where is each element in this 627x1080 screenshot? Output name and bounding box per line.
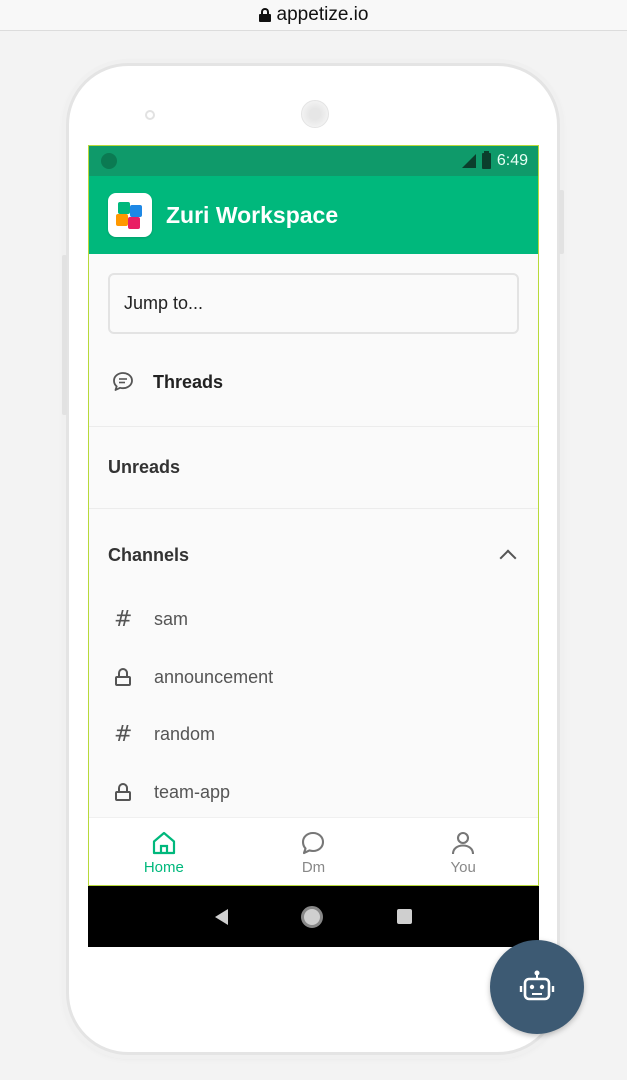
channel-item-random[interactable]: # random [89, 709, 538, 759]
battery-icon [481, 151, 491, 169]
phone-speaker [301, 100, 329, 128]
bottom-navigation: Home Dm You [89, 817, 538, 885]
app-bar: Zuri Workspace [89, 176, 538, 254]
jump-to-search-input[interactable]: Jump to... [108, 273, 519, 334]
home-icon [152, 831, 175, 855]
hash-icon: # [114, 606, 133, 632]
signal-icon [458, 154, 476, 168]
power-button [559, 190, 564, 254]
person-icon [452, 831, 475, 855]
threads-item[interactable]: Threads [89, 352, 538, 412]
nav-label-dm: Dm [301, 859, 326, 876]
unreads-item[interactable]: Unreads [89, 444, 538, 490]
robot-icon [519, 970, 555, 1001]
channels-header[interactable]: Channels [89, 532, 538, 578]
channels-label: Channels [108, 544, 190, 565]
nav-tab-you[interactable]: You [413, 829, 513, 876]
workspace-title[interactable]: Zuri Workspace [166, 202, 338, 229]
back-icon[interactable] [214, 908, 228, 925]
divider [89, 508, 538, 509]
android-navigation-bar [88, 886, 539, 947]
nav-label-home: Home [143, 859, 184, 876]
channel-item-sam[interactable]: # sam [89, 594, 538, 644]
recent-apps-icon[interactable] [397, 909, 413, 924]
browser-url: appetize.io [276, 4, 369, 25]
nav-tab-dm[interactable]: Dm [263, 829, 363, 876]
front-camera [145, 110, 155, 120]
nav-label-you: You [450, 859, 476, 876]
device-screen: 6:49 Zuri Workspace Jump to... Threads U… [88, 145, 539, 886]
lock-icon [258, 8, 271, 22]
channel-label: sam [154, 608, 189, 629]
notification-icon [101, 153, 117, 169]
status-bar: 6:49 [89, 146, 538, 176]
nav-tab-home[interactable]: Home [114, 829, 214, 876]
volume-button [62, 255, 67, 415]
channel-label: team-app [154, 781, 231, 802]
threads-label: Threads [153, 371, 224, 392]
threads-icon [113, 372, 133, 391]
channel-label: announcement [154, 666, 274, 687]
workspace-logo-icon[interactable] [108, 193, 152, 237]
channel-item-announcement[interactable]: announcement [89, 652, 538, 702]
chat-bubble-icon [302, 831, 325, 855]
assistant-fab-button[interactable] [490, 940, 584, 1034]
hash-icon: # [114, 721, 133, 747]
channel-item-team-app[interactable]: team-app [89, 767, 538, 817]
browser-address-bar[interactable]: appetize.io [0, 0, 627, 31]
channel-label: random [154, 723, 216, 744]
lock-icon [114, 783, 132, 801]
divider [89, 426, 538, 427]
lock-icon [114, 668, 132, 686]
home-circle-icon[interactable] [301, 905, 324, 928]
unreads-label: Unreads [108, 456, 181, 477]
chevron-up-icon[interactable] [499, 549, 517, 567]
status-time: 6:49 [496, 152, 528, 169]
main-content: Jump to... Threads Unreads Channels # sa… [89, 254, 538, 817]
